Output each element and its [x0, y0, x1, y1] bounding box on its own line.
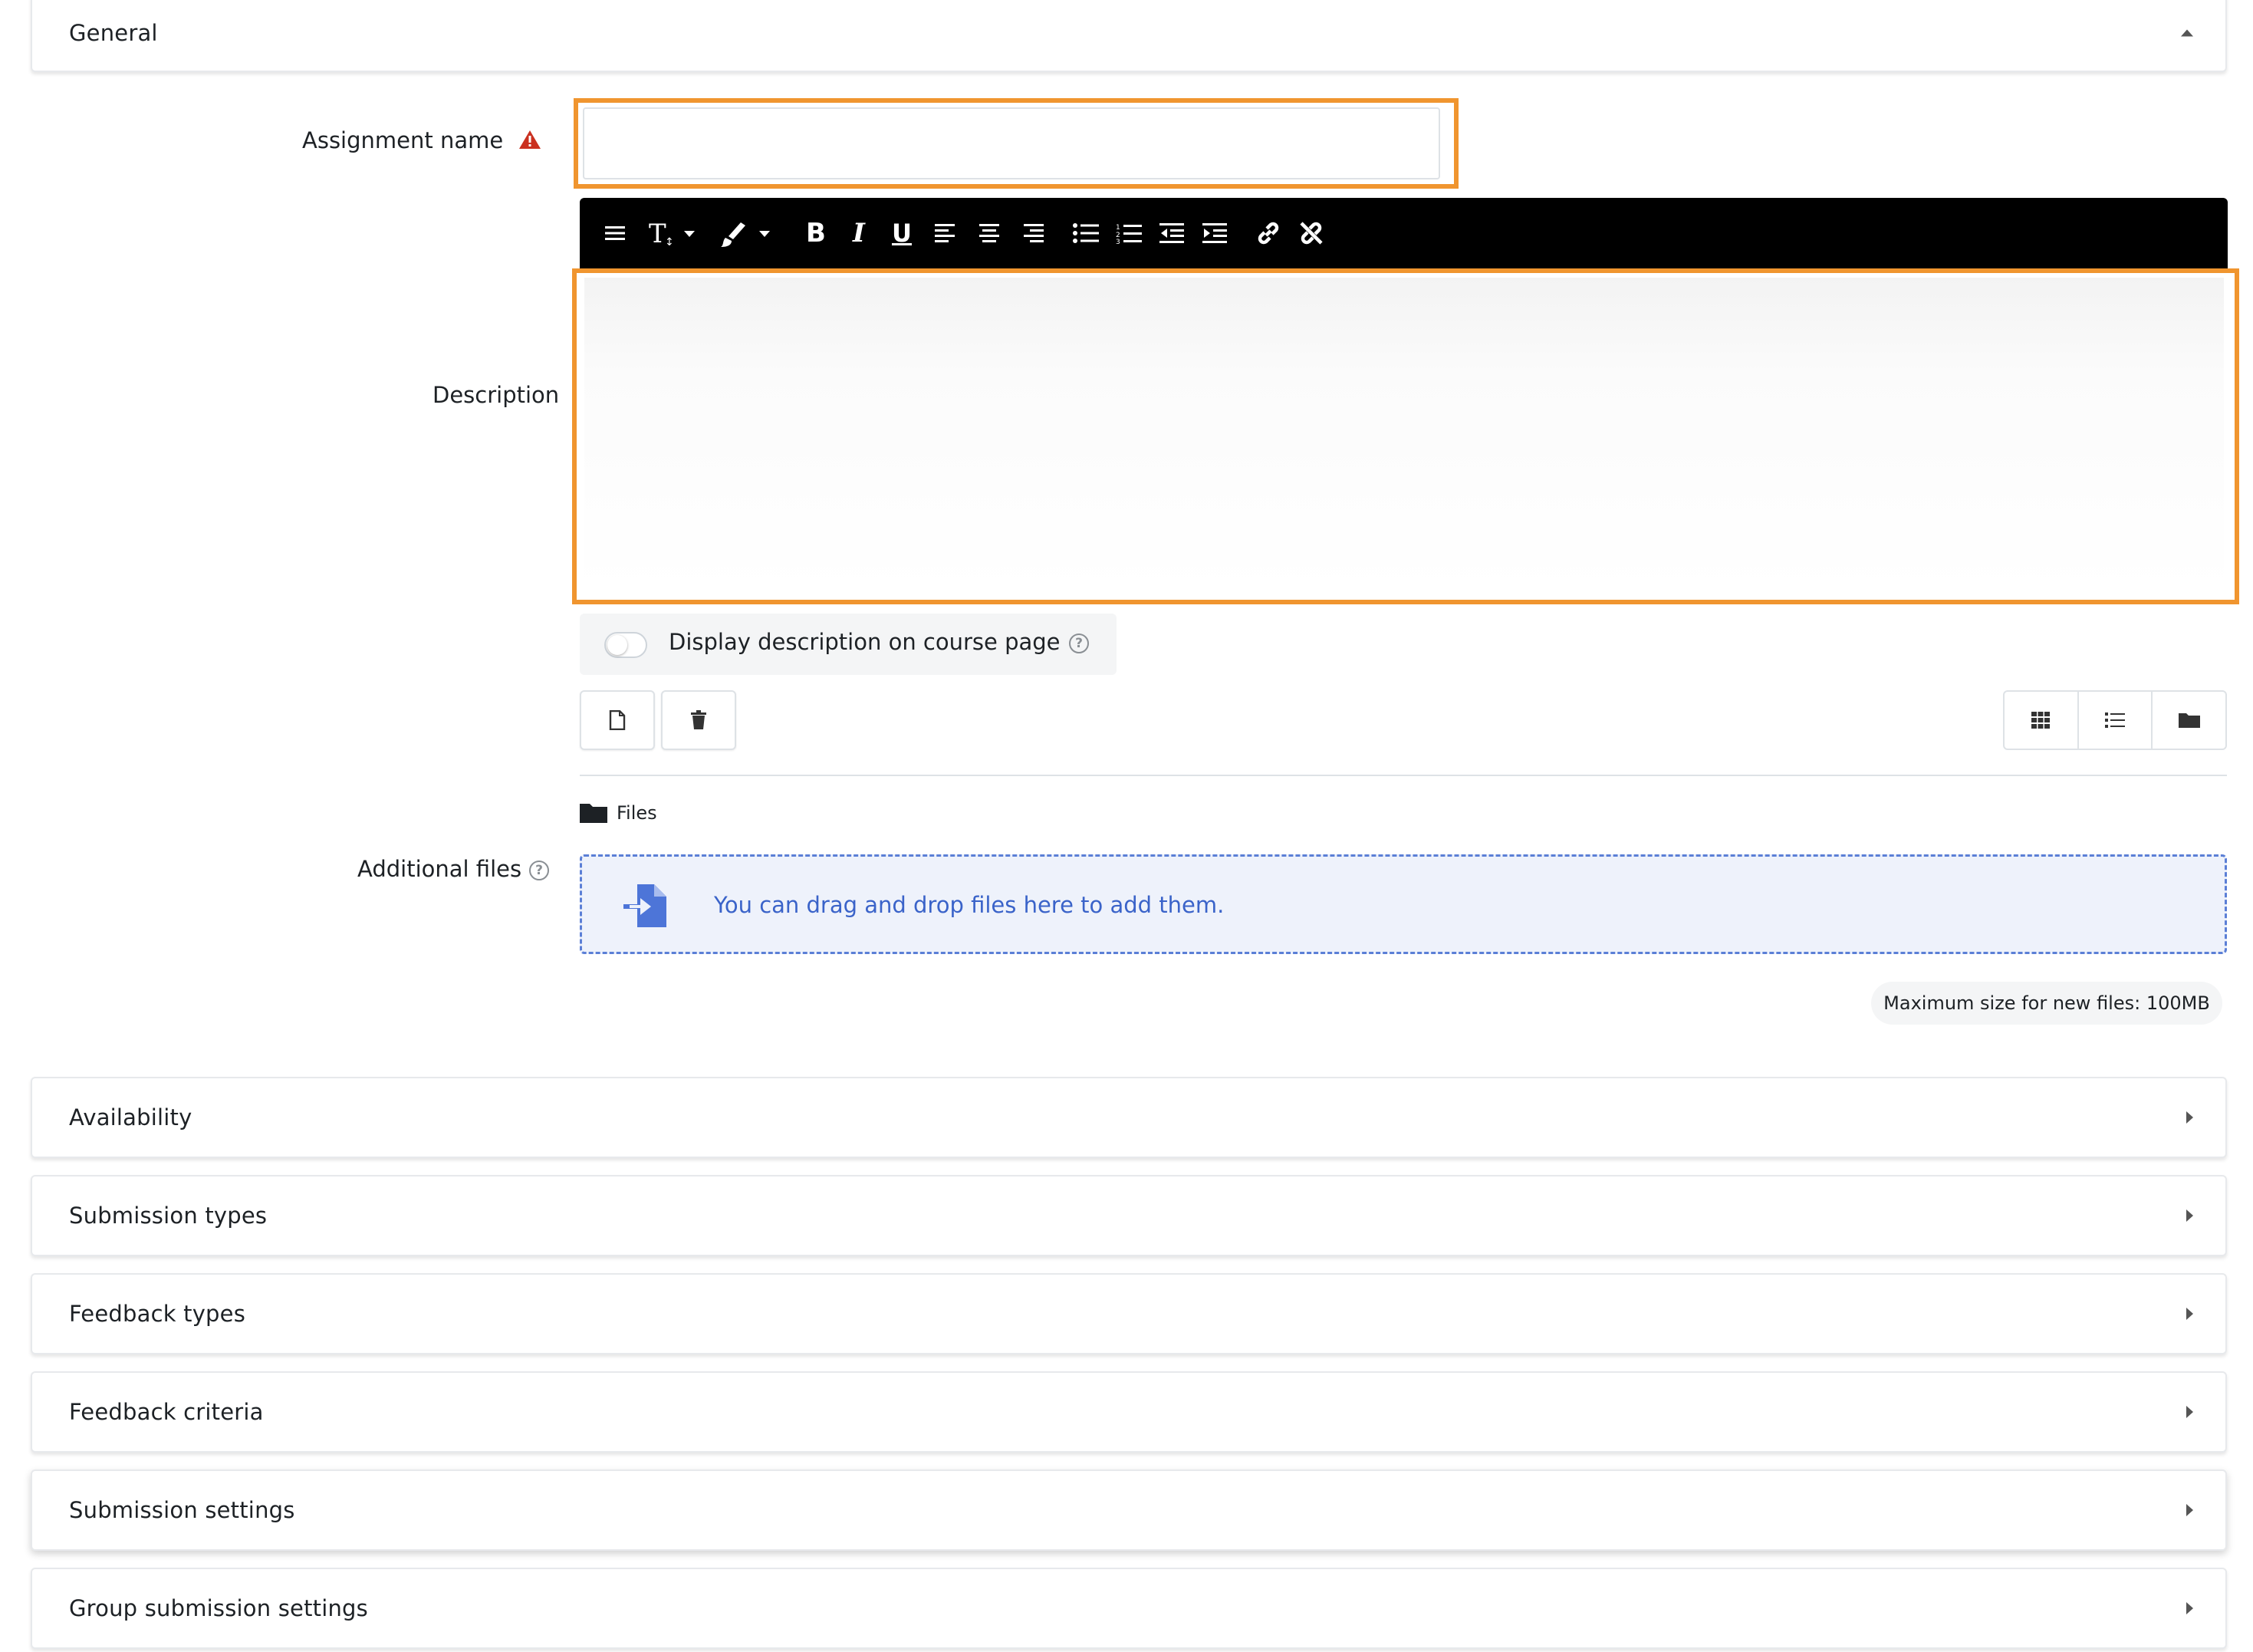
section-feedback-criteria[interactable]: Feedback criteria [31, 1371, 2227, 1453]
expand-caret-icon[interactable] [2186, 1308, 2193, 1320]
file-manager-divider [580, 775, 2227, 776]
folder-icon [580, 804, 607, 823]
max-size-badge: Maximum size for new files: 100MB [1871, 982, 2222, 1025]
underline-icon[interactable]: U [886, 215, 917, 252]
bold-icon[interactable]: B [802, 215, 830, 252]
outdent-icon[interactable] [1156, 215, 1187, 252]
files-folder-label: Files [617, 802, 657, 824]
section-feedback-types-title: Feedback types [69, 1301, 246, 1327]
bullet-list-icon[interactable] [1071, 215, 1101, 252]
description-label: Description [433, 382, 560, 408]
section-submission-settings[interactable]: Submission settings [31, 1469, 2227, 1551]
paint-brush-icon[interactable] [721, 215, 778, 252]
font-size-icon[interactable]: T ↕ [649, 215, 702, 252]
align-center-icon[interactable] [974, 215, 1005, 252]
file-icon [609, 710, 626, 730]
additional-files-label: Additional files [357, 856, 522, 882]
menu-icon[interactable] [600, 215, 630, 252]
expand-caret-icon[interactable] [2186, 1209, 2193, 1222]
file-import-icon [623, 884, 666, 927]
section-group-submission-settings-title: Group submission settings [69, 1595, 368, 1621]
display-description-switch[interactable] [604, 632, 647, 658]
file-dropzone[interactable]: You can drag and drop files here to add … [580, 854, 2227, 954]
link-icon[interactable] [1251, 215, 1285, 252]
help-icon[interactable]: ? [1069, 633, 1089, 653]
required-warning-icon [518, 129, 541, 153]
svg-text:T: T [649, 219, 666, 248]
add-file-button[interactable] [580, 690, 655, 750]
section-submission-types[interactable]: Submission types [31, 1175, 2227, 1256]
description-editor[interactable] [584, 278, 2224, 592]
trash-icon [691, 710, 706, 729]
grid-icon [2031, 712, 2051, 729]
files-path[interactable]: Files [580, 801, 657, 825]
svg-text:1: 1 [1116, 224, 1120, 232]
additional-files-help-icon[interactable]: ? [529, 861, 549, 880]
assignment-name-label: Assignment name [302, 127, 504, 153]
expand-caret-icon[interactable] [2186, 1602, 2193, 1614]
svg-text:3: 3 [1116, 239, 1120, 244]
section-group-submission-settings[interactable]: Group submission settings [31, 1568, 2227, 1649]
display-description-label: Display description on course page [669, 629, 1061, 655]
section-submission-types-title: Submission types [69, 1203, 268, 1229]
unlink-icon[interactable] [1294, 215, 1328, 252]
list-view-button[interactable] [2079, 692, 2153, 749]
dropzone-text: You can drag and drop files here to add … [714, 892, 1225, 918]
section-availability[interactable]: Availability [31, 1077, 2227, 1158]
section-availability-title: Availability [69, 1104, 192, 1130]
svg-text:↕: ↕ [665, 236, 674, 248]
numbered-list-icon[interactable]: 123 [1113, 215, 1144, 252]
grid-view-button[interactable] [2005, 692, 2079, 749]
section-feedback-types[interactable]: Feedback types [31, 1273, 2227, 1354]
align-left-icon[interactable] [931, 215, 962, 252]
delete-file-button[interactable] [661, 690, 736, 750]
expand-caret-icon[interactable] [2186, 1406, 2193, 1418]
section-general-title: General [69, 20, 158, 46]
section-feedback-criteria-title: Feedback criteria [69, 1399, 264, 1425]
expand-caret-icon[interactable] [2186, 1504, 2193, 1516]
italic-icon[interactable]: I [845, 215, 873, 252]
section-general[interactable]: General [31, 0, 2227, 72]
display-description-toggle-row: Display description on course page ? [580, 614, 1117, 675]
indent-icon[interactable] [1199, 215, 1230, 252]
align-right-icon[interactable] [1017, 215, 1048, 252]
editor-toolbar: T ↕ B I U 123 [580, 198, 2228, 268]
expand-caret-icon[interactable] [2186, 1111, 2193, 1124]
collapse-caret-icon[interactable] [2181, 29, 2193, 37]
folder-icon [2178, 713, 2200, 728]
assignment-name-input[interactable] [583, 107, 1440, 179]
view-mode-group [2003, 690, 2227, 750]
section-submission-settings-title: Submission settings [69, 1497, 295, 1523]
list-icon [2105, 712, 2125, 728]
tree-view-button[interactable] [2153, 692, 2225, 749]
